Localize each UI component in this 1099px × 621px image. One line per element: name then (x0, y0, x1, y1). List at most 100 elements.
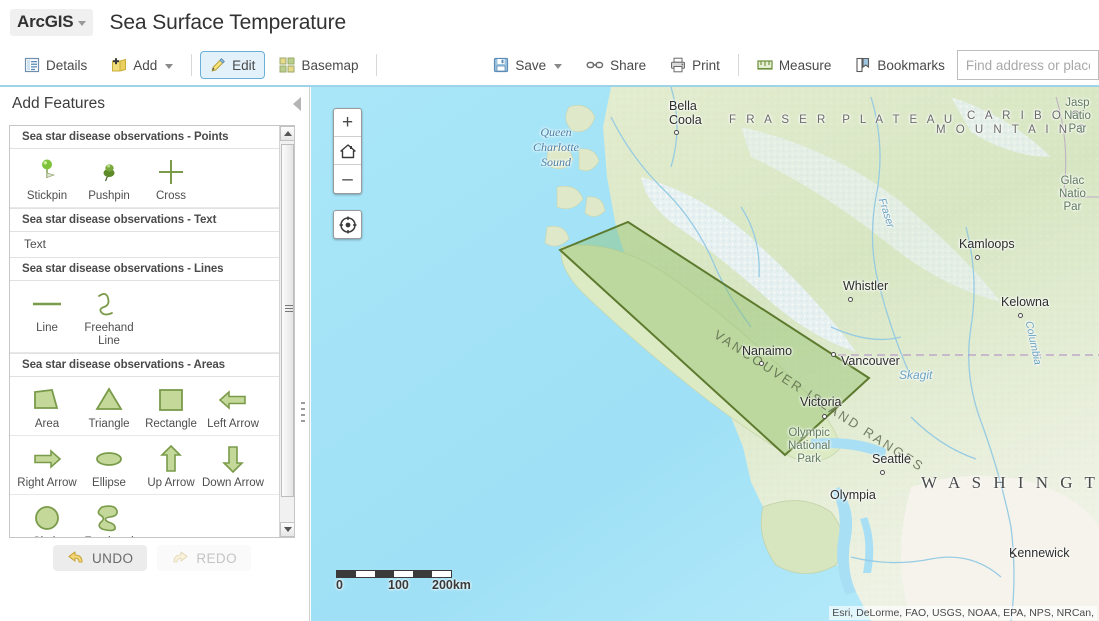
basemap-rendering: VANCOUVER ISLAND RANGES (311, 87, 1099, 621)
arcgis-map-viewer: ArcGIS Sea Surface Temperature Details (0, 0, 1099, 621)
group-title-areas: Sea star disease observations - Areas (10, 353, 281, 377)
tool-label: Cross (156, 190, 186, 203)
redo-label: REDO (196, 551, 237, 566)
tool-triangle[interactable]: Triangle (78, 381, 140, 431)
chevron-up-icon (284, 131, 292, 136)
redo-arrow-icon (171, 550, 189, 566)
rectangle-icon (154, 383, 188, 417)
tool-pushpin[interactable]: Pushpin (78, 153, 140, 203)
print-label: Print (692, 58, 720, 73)
area-polygon-icon (30, 383, 64, 417)
locate-crosshair-icon (338, 215, 358, 235)
tool-label: Left Arrow (207, 418, 259, 431)
line-icon (30, 287, 64, 321)
group-title-points: Sea star disease observations - Points (10, 126, 281, 149)
chevron-down-icon (165, 64, 173, 69)
tool-label: Ellipse (92, 477, 126, 490)
edit-label: Edit (232, 58, 255, 73)
tool-label: Up Arrow (147, 477, 194, 490)
home-icon (339, 142, 357, 160)
tool-row: Stickpin Pushpin (10, 149, 281, 208)
add-icon (111, 57, 127, 73)
chevron-down-icon (284, 527, 292, 532)
tool-freehand-line[interactable]: Freehand Line (78, 285, 140, 348)
tool-label: Down Arrow (202, 477, 264, 490)
freehand-line-icon (92, 287, 126, 321)
bookmarks-button[interactable]: Bookmarks (845, 51, 955, 79)
feature-templates-scroll-area: Sea star disease observations - Points S… (10, 126, 281, 537)
tool-cross[interactable]: Cross (140, 153, 202, 203)
down-arrow-icon (216, 442, 250, 476)
right-arrow-icon (30, 442, 64, 476)
scrollbar-up-button[interactable] (280, 126, 295, 141)
basemap-label: Basemap (301, 58, 358, 73)
details-icon (24, 57, 40, 73)
group-title-lines: Sea star disease observations - Lines (10, 257, 281, 281)
measure-button[interactable]: Measure (747, 51, 842, 79)
add-label: Add (133, 58, 157, 73)
toolbar-divider (376, 54, 377, 76)
measure-label: Measure (779, 58, 832, 73)
tool-freehand-area[interactable]: Freehand Area (78, 499, 140, 537)
panel-header: Add Features (0, 87, 309, 120)
zoom-in-button[interactable]: + (334, 109, 361, 137)
scale-bar-ticks: 0 100 200km (336, 578, 466, 593)
search-input-wrapper[interactable] (957, 50, 1099, 80)
tool-label: Circle (32, 536, 61, 537)
circle-icon (30, 501, 64, 535)
tool-label: Right Arrow (17, 477, 76, 490)
tool-label: Freehand Area (78, 536, 140, 537)
share-button[interactable]: Share (576, 51, 656, 79)
map-attribution: Esri, DeLorme, FAO, USGS, NOAA, EPA, NPS… (829, 606, 1097, 620)
add-button[interactable]: Add (101, 51, 183, 79)
tool-rectangle[interactable]: Rectangle (140, 381, 202, 431)
floppy-save-icon (493, 57, 509, 73)
tool-label: Freehand Line (78, 322, 140, 348)
stickpin-icon (34, 155, 60, 189)
bookmarks-label: Bookmarks (877, 58, 945, 73)
locate-button[interactable] (333, 210, 362, 239)
tool-line[interactable]: Line (16, 285, 78, 348)
undo-button[interactable]: UNDO (53, 545, 147, 571)
tool-up-arrow[interactable]: Up Arrow (140, 440, 202, 490)
printer-icon (670, 57, 686, 73)
scale-tick-0: 0 (336, 578, 343, 592)
tool-circle[interactable]: Circle (16, 499, 78, 537)
pencil-icon (210, 57, 226, 73)
search-input[interactable] (966, 58, 1090, 73)
tool-label: Rectangle (145, 418, 197, 431)
up-arrow-icon (154, 442, 188, 476)
triangle-icon (92, 383, 126, 417)
tool-left-arrow[interactable]: Left Arrow (202, 381, 264, 431)
tool-row: Right Arrow Ellipse Up Arrow (10, 436, 281, 495)
panel-resize-handle[interactable] (301, 402, 305, 424)
templates-scrollbar[interactable] (279, 126, 294, 537)
zoom-out-button[interactable]: – (334, 165, 361, 193)
print-button[interactable]: Print (660, 51, 730, 79)
details-label: Details (46, 58, 87, 73)
edit-button[interactable]: Edit (200, 51, 265, 79)
tool-right-arrow[interactable]: Right Arrow (16, 440, 78, 490)
collapse-left-arrow-icon[interactable] (293, 97, 301, 111)
panel-title: Add Features (12, 95, 105, 113)
zoom-controls: + – (333, 108, 362, 194)
tool-down-arrow[interactable]: Down Arrow (202, 440, 264, 490)
home-button[interactable] (334, 137, 361, 165)
tool-stickpin[interactable]: Stickpin (16, 153, 78, 203)
scale-tick-200: 200km (432, 578, 471, 592)
tool-area[interactable]: Area (16, 381, 78, 431)
tool-label: Stickpin (27, 190, 67, 203)
arcgis-brand-menu[interactable]: ArcGIS (10, 9, 93, 36)
tool-ellipse[interactable]: Ellipse (78, 440, 140, 490)
scrollbar-down-button[interactable] (280, 522, 295, 537)
details-button[interactable]: Details (14, 51, 97, 79)
save-button[interactable]: Save (483, 51, 572, 79)
basemap-button[interactable]: Basemap (269, 51, 368, 79)
tool-text[interactable]: Text (10, 232, 281, 257)
undo-label: UNDO (92, 551, 133, 566)
map-canvas-area[interactable]: VANCOUVER ISLAND RANGES + – (311, 87, 1099, 621)
scrollbar-thumb[interactable] (281, 144, 294, 497)
app-header: ArcGIS Sea Surface Temperature (0, 0, 1099, 45)
tool-row: Area Triangle Rectangle (10, 377, 281, 436)
tool-label: Area (35, 418, 59, 431)
